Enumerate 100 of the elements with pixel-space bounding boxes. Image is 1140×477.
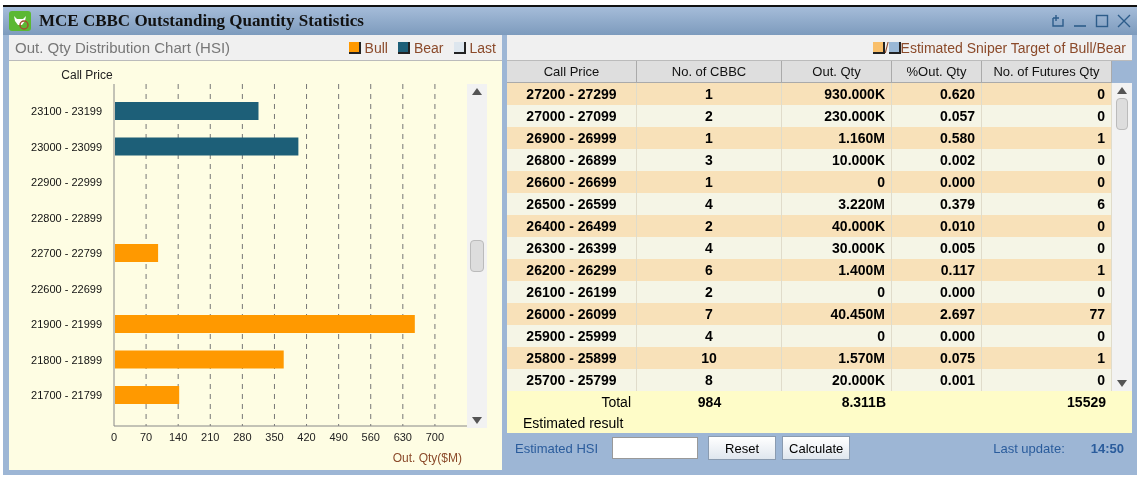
legend-item: Bear [397, 39, 444, 56]
table-cell: 26500 - 26599 [507, 193, 637, 215]
scroll-down-icon[interactable] [472, 417, 482, 424]
category-label: 22900 - 22999 [31, 176, 102, 188]
table-cell: 0 [982, 149, 1112, 171]
column-header[interactable]: No. of CBBC [637, 61, 782, 83]
table-cell: 26000 - 26099 [507, 303, 637, 325]
table-cell: 4 [637, 193, 782, 215]
reset-button[interactable]: Reset [708, 436, 777, 460]
table-cell: 1 [637, 83, 782, 105]
scrollbar[interactable] [467, 84, 487, 428]
table-cell: 0.001 [892, 369, 982, 391]
table-cell: 0 [782, 281, 892, 303]
close-icon[interactable] [1117, 14, 1131, 28]
pin-icon[interactable] [1051, 14, 1065, 28]
table-cell: 0 [982, 105, 1112, 127]
maximize-icon[interactable] [1095, 14, 1109, 28]
table-cell: 6 [982, 193, 1112, 215]
table-cell: 0.075 [892, 347, 982, 369]
bar [115, 386, 180, 404]
table-cell: 2 [637, 105, 782, 127]
scroll-up-icon[interactable] [1117, 87, 1127, 94]
axis-title: Out. Qty($M) [392, 451, 462, 465]
table-cell: 25800 - 25899 [507, 347, 637, 369]
legend-label: Estimated Sniper Target of Bull/Bear [900, 39, 1126, 56]
table-cell: 4 [637, 237, 782, 259]
bull-icon [9, 11, 31, 31]
table-cell: 0 [982, 281, 1112, 303]
column-header[interactable]: %Out. Qty [892, 61, 982, 83]
column-header[interactable]: Out. Qty [782, 61, 892, 83]
table-cell: 0.002 [892, 149, 982, 171]
table-cell: 40.450M [782, 303, 892, 325]
table-cell: 0.000 [892, 171, 982, 193]
scroll-up-icon[interactable] [472, 88, 482, 95]
axis-title: Call Price [61, 68, 113, 82]
table-cell: 2 [637, 215, 782, 237]
table-cell: 1.570M [782, 347, 892, 369]
table-cell: 0 [782, 171, 892, 193]
table-cell: 26200 - 26299 [507, 259, 637, 281]
category-label: 21800 - 21899 [31, 353, 102, 366]
tick-label: 420 [297, 431, 316, 443]
column-header[interactable]: Call Price [507, 61, 637, 83]
table-cell: 0.117 [892, 259, 982, 281]
table-cell: 10.000K [782, 149, 892, 171]
table-cell: 26900 - 26999 [507, 127, 637, 149]
window-title: MCE CBBC Outstanding Quantity Statistics [39, 11, 365, 31]
table-cell: 26400 - 26499 [507, 215, 637, 237]
table-cell: 26600 - 26699 [507, 171, 637, 193]
table-cell: 40.000K [782, 215, 892, 237]
hsi-input-field[interactable] [612, 437, 699, 459]
tick-label: 0 [110, 431, 118, 443]
table-cell: 1 [637, 127, 782, 149]
table-cell: 8 [637, 369, 782, 391]
table-cell: 0.580 [892, 127, 982, 149]
table-cell: 10 [637, 347, 782, 369]
update-time: 14:50 [1090, 440, 1124, 456]
column-header[interactable]: No. of Futures Qty [982, 61, 1112, 83]
table-cell: 1.160M [782, 127, 892, 149]
table-cell: 3.220M [782, 193, 892, 215]
tick-label: 350 [265, 431, 284, 443]
tick-label: 70 [139, 431, 153, 443]
table-cell: 230.000K [782, 105, 892, 127]
table-cell: 0 [782, 325, 892, 347]
tick-label: 700 [425, 431, 445, 443]
scroll-down-icon[interactable] [1117, 380, 1127, 387]
table-cell: 0.000 [892, 325, 982, 347]
scrollbar-thumb[interactable] [470, 240, 484, 272]
category-label: 22700 - 22799 [31, 247, 102, 259]
table-cell: 0 [982, 83, 1112, 105]
table-cell: 1 [637, 171, 782, 193]
scrollbar-thumb[interactable] [1116, 98, 1128, 130]
table-cell: 26300 - 26399 [507, 237, 637, 259]
category-label: 21900 - 21999 [31, 318, 102, 330]
table-cell: 30.000K [782, 237, 892, 259]
calculate-button[interactable]: Calculate [782, 436, 851, 460]
table-cell: 0 [982, 369, 1112, 391]
table-cell: 0.000 [892, 281, 982, 303]
tick-label: 490 [329, 431, 348, 443]
table-cell: 3 [637, 149, 782, 171]
total-value: 15529 [1066, 393, 1107, 412]
table-cell: 20.000K [782, 369, 892, 391]
table-cell: 0.379 [892, 193, 982, 215]
table-cell: 0 [982, 325, 1112, 347]
category-label: 21700 - 21799 [31, 389, 102, 401]
table-cell: 0.620 [892, 83, 982, 105]
table-cell: 27000 - 27099 [507, 105, 637, 127]
result-label: Estimated result [523, 415, 624, 431]
category-label: 23000 - 23099 [31, 140, 102, 153]
legend-item: Bull [348, 39, 388, 56]
table-cell: 0 [982, 171, 1112, 193]
table-cell: 0.057 [892, 105, 982, 127]
table-cell: 6 [637, 259, 782, 281]
field-label: Estimated HSI [515, 440, 599, 456]
scrollbar[interactable] [1112, 83, 1132, 391]
table-cell: 1 [982, 347, 1112, 369]
tick-label: 210 [201, 431, 220, 443]
table-cell: 0.005 [892, 237, 982, 259]
table-cell: 77 [982, 303, 1112, 325]
tick-label: 630 [393, 431, 412, 443]
table-cell: 26100 - 26199 [507, 281, 637, 303]
